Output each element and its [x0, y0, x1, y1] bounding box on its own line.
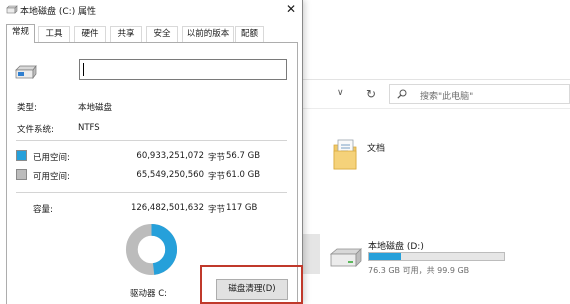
tab-sharing[interactable]: 共享	[110, 26, 142, 42]
properties-dialog: 本地磁盘 (C:) 属性 ✕ 常规 工具 硬件 共享 安全 以前的版本 配额 类…	[0, 0, 303, 304]
title-bar[interactable]: 本地磁盘 (C:) 属性 ✕	[0, 0, 302, 20]
used-space-gb: 56.7 GB	[226, 151, 261, 161]
free-space-label: 可用空间:	[33, 172, 70, 182]
used-space-unit: 字节	[208, 153, 226, 163]
hard-drive-icon	[329, 248, 362, 267]
divider	[300, 108, 570, 109]
divider	[16, 140, 287, 141]
volume-label-input[interactable]	[79, 59, 287, 80]
search-icon	[397, 89, 407, 99]
folder-item-documents[interactable]: 文档	[332, 137, 392, 173]
filesystem-label: 文件系统:	[17, 125, 54, 135]
close-icon[interactable]: ✕	[280, 0, 302, 20]
type-label: 类型:	[17, 103, 37, 113]
drive-usage-fill	[369, 253, 401, 260]
tab-quota[interactable]: 配额	[235, 26, 264, 42]
tab-bar: 常规 工具 硬件 共享 安全 以前的版本 配额	[6, 24, 298, 43]
capacity-label: 容量:	[33, 205, 53, 215]
explorer-window: ∨ ↻ 搜索"此电脑" 文档 本地磁盘 (D:) 76.3 GB 可用，共 99…	[300, 0, 570, 304]
drive-label: 本地磁盘 (D:)	[368, 242, 424, 252]
disk-cleanup-button[interactable]: 磁盘清理(D)	[216, 279, 288, 300]
tab-tools[interactable]: 工具	[38, 26, 70, 42]
disk-usage-donut	[125, 223, 178, 276]
drive-icon	[15, 64, 37, 80]
refresh-icon[interactable]: ↻	[362, 85, 380, 103]
text-cursor	[83, 63, 84, 76]
used-space-label: 已用空间:	[33, 153, 70, 163]
nav-selection-strip	[300, 234, 320, 274]
drive-item-d[interactable]: 本地磁盘 (D:) 76.3 GB 可用，共 99.9 GB	[328, 236, 560, 280]
capacity-gb: 117 GB	[226, 203, 258, 213]
tab-hardware[interactable]: 硬件	[74, 26, 106, 42]
drive-caption: 驱动器 C:	[130, 289, 168, 299]
drive-free-text: 76.3 GB 可用，共 99.9 GB	[368, 266, 470, 275]
filesystem-value: NTFS	[78, 123, 100, 133]
explorer-address-row: ∨ ↻ 搜索"此电脑"	[300, 82, 570, 106]
type-value: 本地磁盘	[78, 103, 113, 113]
explorer-ribbon-area	[300, 0, 570, 80]
tab-security[interactable]: 安全	[146, 26, 178, 42]
folder-label: 文档	[367, 144, 386, 154]
free-space-bytes: 65,549,250,560	[136, 170, 204, 180]
tab-previous-versions[interactable]: 以前的版本	[182, 26, 234, 42]
search-placeholder: 搜索"此电脑"	[420, 92, 474, 102]
drive-usage-bar	[368, 252, 505, 261]
free-space-gb: 61.0 GB	[226, 170, 261, 180]
divider	[16, 192, 287, 193]
tab-general[interactable]: 常规	[6, 24, 35, 43]
drive-title-icon	[6, 5, 18, 14]
capacity-bytes: 126,482,501,632	[130, 203, 204, 213]
address-dropdown-icon[interactable]: ∨	[337, 88, 344, 98]
free-space-unit: 字节	[208, 172, 226, 182]
used-space-bytes: 60,933,251,072	[136, 151, 204, 161]
capacity-unit: 字节	[208, 205, 226, 215]
free-space-swatch	[16, 169, 27, 180]
used-space-swatch	[16, 150, 27, 161]
window-title: 本地磁盘 (C:) 属性	[20, 7, 97, 17]
search-box[interactable]: 搜索"此电脑"	[389, 84, 570, 104]
documents-folder-icon	[333, 139, 357, 170]
